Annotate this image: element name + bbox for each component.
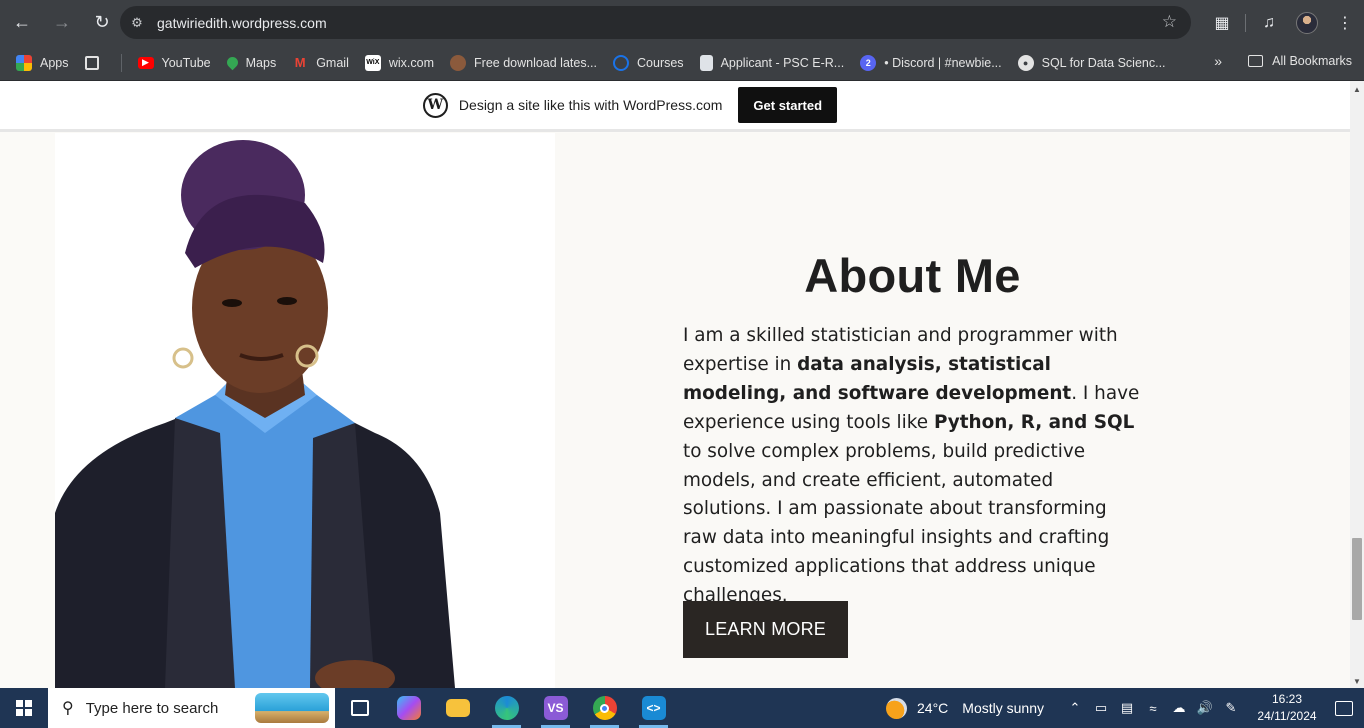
back-icon[interactable]: ← [4,5,40,41]
wordpress-banner: W Design a site like this with WordPress… [0,81,1350,132]
network-status-icon[interactable]: ▤ [1115,700,1139,716]
profile-photo [55,133,555,688]
bookmarks-bar: Apps ▶ YouTube Maps M Gmail WiX wix.com … [0,45,1364,81]
clock-time: 16:23 [1271,692,1303,706]
windows-logo-icon [16,700,32,716]
courses-ring-icon [613,54,630,71]
url-text[interactable]: gatwiriedith.wordpress.com [157,15,327,31]
portrait-illustration [55,140,455,688]
start-button[interactable] [0,688,48,728]
about-section: About Me I am a skilled statistician and… [555,133,1350,688]
apps-grid-icon [16,54,32,71]
search-placeholder[interactable]: Type here to search [86,700,219,717]
toolbar-actions: ▦ ♫ ⋮ [1203,0,1364,45]
bookmark-tab-groups[interactable] [84,55,107,70]
bookmark-label: Apps [40,55,69,70]
site-settings-icon[interactable]: ⚙ [123,9,151,37]
discord-icon: 2 [860,54,877,71]
task-view-icon[interactable] [335,688,384,728]
search-highlight-image [255,693,329,723]
extensions-icon[interactable]: ▦ [1203,5,1241,41]
document-icon [699,54,713,71]
toolbar-divider [1245,13,1246,32]
weather-text: Mostly sunny [962,700,1044,716]
system-tray: 24°C Mostly sunny ⌃ ▭ ▤ ≈ ☁ 🔊 ✎ 16:23 24… [886,688,1364,728]
profile-avatar[interactable] [1288,5,1326,41]
bookmark-label: Gmail [316,55,349,70]
bookmark-label: Courses [637,55,684,70]
notifications-icon[interactable] [1324,700,1364,716]
edge-icon[interactable] [482,688,531,728]
grid-icon [84,55,99,70]
download-site-icon [450,54,467,71]
copilot-icon[interactable] [384,688,433,728]
browser-toolbar: ← → ↻ ⚙ gatwiriedith.wordpress.com ☆ ▦ ♫… [0,0,1364,45]
bookmark-free-download[interactable]: Free download lates... [450,54,598,71]
bookmark-discord[interactable]: 2 • Discord | #newbie... [860,54,1002,71]
wifi-icon[interactable]: ≈ [1141,701,1165,716]
weather-widget[interactable]: 24°C Mostly sunny [886,697,1044,719]
bookmark-youtube[interactable]: ▶ YouTube [137,55,211,70]
bookmark-sql[interactable]: ● SQL for Data Scienc... [1017,54,1166,71]
taskbar-search[interactable]: ⚲ Type here to search [48,688,335,728]
wordpress-logo-icon[interactable]: W [422,92,448,118]
chrome-icon[interactable] [580,688,629,728]
chevron-up-icon[interactable]: ⌃ [1063,700,1087,716]
bookmark-label: Maps [245,55,277,70]
bookmarks-divider [120,53,122,72]
media-control-icon[interactable]: ♫ [1250,5,1288,41]
bookmark-label: wix.com [388,55,435,70]
battery-icon[interactable]: ▭ [1089,700,1113,716]
file-explorer-icon[interactable] [433,688,482,728]
speaker-icon[interactable]: 🔊 [1193,700,1217,716]
bookmark-star-icon[interactable]: ☆ [1162,12,1177,32]
visual-studio-icon[interactable]: VS [531,688,580,728]
bookmark-label: SQL for Data Scienc... [1041,55,1166,70]
vscode-icon[interactable]: <> [629,688,678,728]
bookmark-label: • Discord | #newbie... [884,55,1002,70]
search-icon: ⚲ [62,700,74,717]
bookmark-wix[interactable]: WiX wix.com [364,54,435,71]
get-started-button[interactable]: Get started [738,87,838,123]
bookmarks-overflow-icon[interactable]: » [1214,53,1222,69]
forward-icon[interactable]: → [44,5,80,41]
maps-pin-icon [224,54,240,71]
pen-icon[interactable]: ✎ [1219,700,1243,716]
page-scrollbar[interactable]: ▲ ▼ [1350,81,1364,688]
bookmark-apps[interactable]: Apps [16,54,69,71]
youtube-icon: ▶ [137,56,154,69]
windows-taskbar: ⚲ Type here to search VS <> 24°C Mostly … [0,688,1364,728]
bookmark-gmail[interactable]: M Gmail [292,55,349,71]
bookmark-label: YouTube [161,55,211,70]
scroll-down-arrow-icon[interactable]: ▼ [1353,677,1361,686]
gmail-icon: M [294,55,306,70]
address-bar[interactable]: ⚙ gatwiriedith.wordpress.com ☆ [120,6,1191,39]
partly-sunny-icon [886,697,908,719]
cloud-icon[interactable]: ☁ [1167,700,1191,716]
bookmark-courses[interactable]: Courses [613,54,684,71]
menu-kebab-icon[interactable]: ⋮ [1326,5,1364,41]
all-bookmarks-label: All Bookmarks [1272,54,1352,68]
wordpress-banner-text[interactable]: Design a site like this with WordPress.c… [459,97,723,113]
about-bold-2: Python, R, and SQL [933,411,1135,433]
about-text-3: to solve complex problems, build predict… [683,440,1110,607]
bookmark-label: Free download lates... [474,55,598,70]
about-paragraph: I am a skilled statistician and programm… [683,322,1143,611]
reload-icon[interactable]: ↻ [84,5,120,41]
all-bookmarks-button[interactable]: All Bookmarks [1248,54,1352,68]
about-title: About Me [804,249,1021,302]
bookmark-label: Applicant - PSC E-R... [720,55,845,70]
scrollbar-thumb[interactable] [1352,538,1362,620]
avatar[interactable] [1296,11,1318,34]
folder-icon [1248,55,1264,67]
clock[interactable]: 16:23 24/11/2024 [1250,691,1324,725]
bookmark-maps[interactable]: Maps [224,54,277,71]
clock-date: 24/11/2024 [1257,709,1317,723]
wix-icon: WiX [364,54,381,71]
weather-temp: 24°C [917,700,949,716]
globe-icon: ● [1017,54,1034,71]
scroll-up-arrow-icon[interactable]: ▲ [1353,85,1361,94]
learn-more-button[interactable]: LEARN MORE [683,601,848,658]
bookmark-applicant-psc[interactable]: Applicant - PSC E-R... [699,54,845,71]
